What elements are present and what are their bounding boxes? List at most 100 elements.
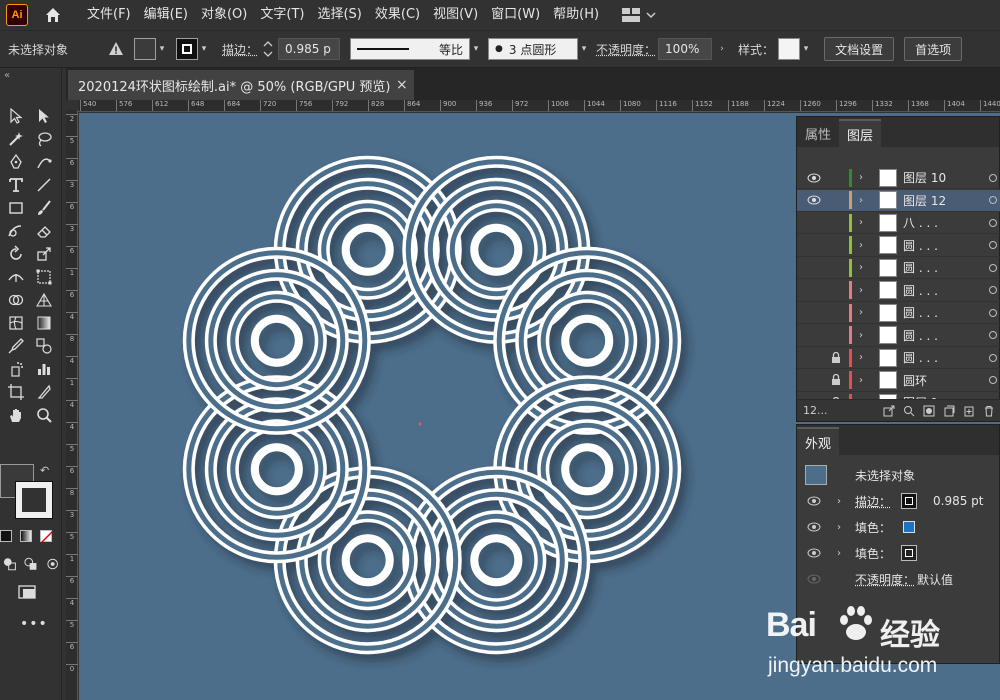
lasso-tool-icon[interactable] (30, 127, 58, 150)
new-sublayer-icon[interactable] (943, 405, 955, 417)
visibility-eye-icon[interactable] (807, 195, 821, 205)
draw-inside-icon[interactable] (45, 556, 60, 572)
stroke-attribute-label[interactable]: 描边： (855, 493, 891, 510)
collapse-toolbar-icon[interactable]: « (4, 70, 10, 81)
stroke-weight-input[interactable]: 0.985 p (278, 38, 341, 60)
stroke-swatch[interactable] (176, 38, 199, 60)
shaper-tool-icon[interactable] (2, 219, 30, 242)
menu-object[interactable]: 对象(O) (196, 0, 252, 30)
brush-definition[interactable]: ● 3 点圆形 (488, 38, 579, 60)
close-tab-icon[interactable]: × (396, 77, 408, 93)
expand-arrow-icon[interactable]: › (859, 285, 863, 296)
opacity-input[interactable]: 100% (658, 38, 713, 60)
layer-row[interactable]: › 图层 10 (797, 167, 1000, 189)
appearance-opacity-row[interactable]: 不透明度： 默认值 (797, 566, 1000, 592)
expand-arrow-icon[interactable]: › (859, 307, 863, 318)
lock-icon[interactable] (831, 374, 841, 386)
menu-type[interactable]: 文字(T) (255, 0, 309, 30)
visibility-eye-icon[interactable] (807, 548, 821, 558)
layer-name[interactable]: 圆 . . . (903, 259, 938, 276)
visibility-eye-icon[interactable] (807, 574, 821, 584)
appearance-fill-row-1[interactable]: › 填色： (797, 514, 1000, 540)
vertical-ruler[interactable]: 2 5 6 3 6 3 6 1 6 4 8 4 1 4 4 5 6 8 3 5 1 6 4 5 6 0 (66, 110, 78, 700)
fill-swatch[interactable] (134, 38, 157, 60)
menu-edit[interactable]: 编辑(E) (139, 0, 193, 30)
layer-target-icon[interactable] (989, 196, 997, 204)
clipping-mask-icon[interactable] (923, 405, 935, 417)
layer-target-icon[interactable] (989, 286, 997, 294)
stroke-weight-label[interactable]: 描边： (222, 41, 258, 58)
shape-builder-tool-icon[interactable] (2, 288, 30, 311)
layer-target-icon[interactable] (989, 331, 997, 339)
stroke-color-swatch[interactable] (901, 493, 917, 509)
layer-target-icon[interactable] (989, 353, 997, 362)
layer-row[interactable]: › 圆 . . . (797, 235, 1000, 257)
expand-arrow-icon[interactable]: › (859, 172, 863, 183)
export-icon[interactable] (883, 405, 895, 417)
new-layer-icon[interactable] (963, 405, 975, 417)
layer-target-icon[interactable] (989, 376, 997, 384)
none-mode-icon[interactable] (40, 530, 53, 543)
opacity-label[interactable]: 不透明度： (596, 41, 656, 58)
selection-tool-icon[interactable] (2, 104, 30, 127)
expand-arrow-icon[interactable]: › (837, 496, 841, 507)
layer-name[interactable]: 圆 . . . (903, 304, 938, 321)
magic-wand-tool-icon[interactable] (2, 127, 30, 150)
gradient-tool-icon[interactable] (30, 311, 58, 334)
symbol-sprayer-tool-icon[interactable] (2, 357, 30, 380)
opacity-attribute-label[interactable]: 不透明度： (855, 571, 915, 588)
lock-icon[interactable] (831, 351, 841, 364)
edit-toolbar-icon[interactable]: ••• (20, 616, 48, 632)
stroke-stepper-icon[interactable] (262, 38, 274, 60)
rotate-tool-icon[interactable] (2, 242, 30, 265)
expand-arrow-icon[interactable]: › (837, 548, 841, 559)
expand-arrow-icon[interactable]: › (837, 522, 841, 533)
menu-select[interactable]: 选择(S) (312, 0, 366, 30)
visibility-eye-icon[interactable] (807, 496, 821, 506)
expand-arrow-icon[interactable]: › (859, 262, 863, 273)
layer-row[interactable]: › 圆 . . . (797, 302, 1000, 324)
gradient-mode-icon[interactable] (20, 530, 32, 542)
width-tool-icon[interactable] (2, 265, 30, 288)
layer-name[interactable]: 圆环 (903, 372, 927, 389)
blend-tool-icon[interactable] (30, 334, 58, 357)
document-tab[interactable]: 2020124环状图标绘制.ai* @ 50% (RGB/GPU 预览) (68, 70, 414, 100)
rectangle-tool-icon[interactable] (2, 196, 30, 219)
layer-target-icon[interactable] (989, 173, 997, 182)
layer-row[interactable]: › 圆 . . . (797, 257, 1000, 279)
brush-dropdown-icon[interactable]: ▾ (578, 38, 590, 60)
stroke-dropdown-icon[interactable]: ▾ (198, 38, 210, 60)
variable-width-profile[interactable]: 等比 (350, 38, 471, 60)
color-mode-icon[interactable] (0, 530, 12, 542)
layer-row[interactable]: › 圆 . . . (797, 347, 1000, 369)
eraser-tool-icon[interactable] (30, 219, 58, 242)
fill-color-swatch-dark[interactable] (901, 545, 917, 561)
preferences-button[interactable]: 首选项 (904, 37, 963, 61)
menu-effect[interactable]: 效果(C) (370, 0, 425, 30)
expand-arrow-icon[interactable]: › (859, 195, 863, 206)
scale-tool-icon[interactable] (30, 242, 58, 265)
layer-target-icon[interactable] (989, 241, 997, 249)
expand-arrow-icon[interactable]: › (859, 375, 863, 386)
layer-name[interactable]: 图层 12 (903, 192, 946, 209)
home-icon[interactable] (42, 4, 64, 26)
expand-arrow-icon[interactable]: › (859, 217, 863, 228)
style-dropdown-icon[interactable]: ▾ (800, 38, 812, 60)
layer-row[interactable]: › 圆 . . . (797, 325, 1000, 347)
hand-tool-icon[interactable] (2, 403, 30, 426)
fill-dropdown-icon[interactable]: ▾ (156, 38, 168, 60)
perspective-grid-tool-icon[interactable] (30, 288, 58, 311)
graphic-style-swatch[interactable] (778, 38, 801, 60)
pen-tool-icon[interactable] (2, 150, 30, 173)
appearance-stroke-row[interactable]: › 描边： 0.985 pt (797, 488, 1000, 514)
direct-selection-tool-icon[interactable] (30, 104, 58, 127)
delete-layer-icon[interactable] (983, 405, 995, 417)
tab-properties[interactable]: 属性 (797, 119, 839, 147)
mesh-tool-icon[interactable] (2, 311, 30, 334)
type-tool-icon[interactable] (2, 173, 30, 196)
curvature-tool-icon[interactable] (30, 150, 58, 173)
artboard-tool-icon[interactable] (2, 380, 30, 403)
free-transform-tool-icon[interactable] (30, 265, 58, 288)
line-segment-tool-icon[interactable] (30, 173, 58, 196)
warning-icon[interactable] (108, 41, 124, 57)
